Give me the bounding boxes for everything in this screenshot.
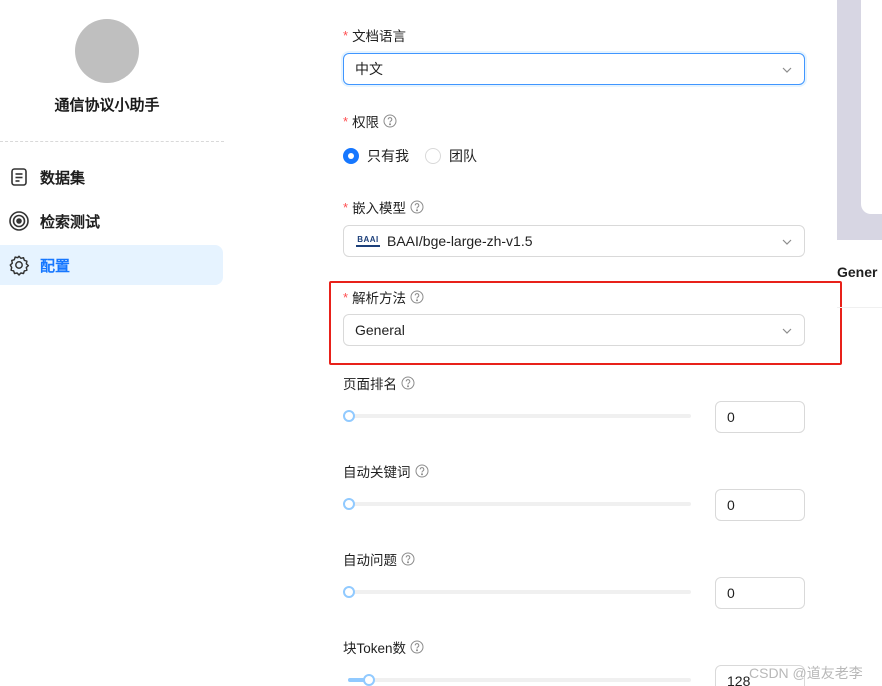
slider-handle[interactable] <box>343 410 355 422</box>
preview-divider <box>837 307 882 308</box>
auto-keywords-label: 自动关键词 <box>343 461 429 481</box>
avatar <box>75 19 139 83</box>
help-icon[interactable] <box>415 464 429 478</box>
slider-handle[interactable] <box>343 586 355 598</box>
auto-keywords-input[interactable]: 0 <box>715 489 805 521</box>
required-mark: * <box>343 199 349 215</box>
auto-questions-label: 自动问题 <box>343 549 415 569</box>
language-select[interactable]: 中文 <box>343 53 805 85</box>
target-icon <box>8 210 30 232</box>
watermark: CSDN @道友老李 <box>749 665 863 681</box>
required-mark: * <box>343 27 349 43</box>
parser-label: * 解析方法 <box>343 287 424 307</box>
required-mark: * <box>343 289 349 305</box>
permission-radio-group: 只有我 团队 <box>343 146 493 166</box>
auto-questions-input[interactable]: 0 <box>715 577 805 609</box>
language-label: * 文档语言 <box>343 27 407 45</box>
permission-radio-team[interactable]: 团队 <box>425 146 477 166</box>
page-rank-label: 页面排名 <box>343 373 415 393</box>
page-rank-slider[interactable] <box>343 410 691 422</box>
radio-unchecked <box>425 148 441 164</box>
help-icon[interactable] <box>383 114 397 128</box>
preview-panel <box>837 0 882 240</box>
parser-method-select[interactable]: General <box>343 314 805 346</box>
sidebar-item-label: 配置 <box>40 257 71 275</box>
sidebar-item-dataset[interactable]: 数据集 <box>0 157 223 197</box>
required-mark: * <box>343 113 349 129</box>
embedding-model-select[interactable]: BAAI BAAI/bge-large-zh-v1.5 <box>343 225 805 257</box>
permission-radio-me[interactable]: 只有我 <box>343 146 409 166</box>
chunk-token-label: 块Token数 <box>343 637 424 657</box>
auto-keywords-slider[interactable] <box>343 498 691 510</box>
page-rank-input[interactable]: 0 <box>715 401 805 433</box>
baai-logo-icon: BAAI <box>355 234 381 248</box>
sidebar: 通信协议小助手 数据集 检索测试 配置 <box>0 0 224 686</box>
help-icon[interactable] <box>410 200 424 214</box>
help-icon[interactable] <box>410 640 424 654</box>
slider-handle[interactable] <box>363 674 375 686</box>
auto-questions-slider[interactable] <box>343 586 691 598</box>
embedding-label: * 嵌入模型 <box>343 197 424 217</box>
preview-parser-title: Gener <box>837 264 878 280</box>
preview-card <box>861 0 882 214</box>
radio-checked <box>343 148 359 164</box>
sidebar-item-label: 数据集 <box>40 169 86 187</box>
chevron-down-icon <box>782 328 792 334</box>
chevron-down-icon <box>782 239 792 245</box>
sidebar-divider <box>0 141 224 142</box>
document-icon <box>8 166 30 188</box>
help-icon[interactable] <box>410 290 424 304</box>
chunk-token-slider[interactable] <box>343 674 691 686</box>
sidebar-item-config[interactable]: 配置 <box>0 245 223 285</box>
help-icon[interactable] <box>401 552 415 566</box>
slider-handle[interactable] <box>343 498 355 510</box>
chevron-down-icon <box>782 67 792 73</box>
sidebar-item-retrieval-test[interactable]: 检索测试 <box>0 201 223 241</box>
gear-icon <box>8 254 30 276</box>
permission-label: * 权限 <box>343 111 397 131</box>
sidebar-item-label: 检索测试 <box>40 213 101 231</box>
knowledge-base-name: 通信协议小助手 <box>54 97 160 114</box>
help-icon[interactable] <box>401 376 415 390</box>
